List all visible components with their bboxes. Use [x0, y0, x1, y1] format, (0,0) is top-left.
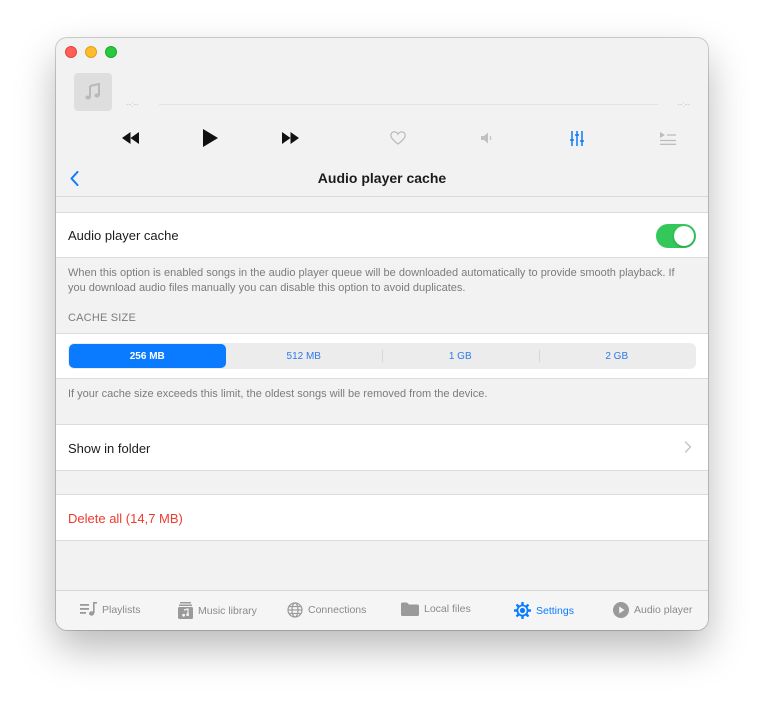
- fast-forward-icon: [281, 132, 299, 144]
- tab-audio-player[interactable]: Audio player: [613, 602, 692, 618]
- speaker-icon: [481, 132, 492, 144]
- playback-progress-bar[interactable]: [159, 104, 658, 105]
- cache-size-option-2gb[interactable]: 2 GB: [538, 344, 696, 368]
- tab-playlists-label: Playlists: [102, 603, 141, 616]
- remaining-time: --:--: [677, 100, 690, 109]
- next-track-button[interactable]: [280, 126, 300, 150]
- tab-audio-player-label: Audio player: [634, 604, 693, 616]
- tab-settings[interactable]: Settings: [514, 602, 574, 619]
- heart-icon: [390, 131, 406, 145]
- zoom-window-button[interactable]: [105, 46, 117, 58]
- globe-icon: [287, 602, 303, 618]
- chevron-right-icon: [684, 441, 692, 453]
- tab-local-files[interactable]: Local files: [401, 602, 471, 616]
- play-button[interactable]: [200, 126, 220, 150]
- window-controls: [65, 46, 117, 58]
- tab-playlists[interactable]: Playlists: [80, 602, 141, 617]
- cache-size-segmented-control: 256 MB 512 MB 1 GB 2 GB: [68, 343, 696, 369]
- tab-bar: Playlists Music library Connections Loca…: [56, 590, 708, 630]
- tab-local-files-label: Local files: [424, 603, 471, 615]
- tab-connections-label: Connections: [308, 604, 367, 616]
- close-window-button[interactable]: [65, 46, 77, 58]
- cache-description: When this option is enabled songs in the…: [68, 267, 675, 294]
- equalizer-button[interactable]: [567, 126, 587, 150]
- album-artwork: [74, 73, 112, 111]
- favorite-button[interactable]: [388, 126, 408, 150]
- delete-all-label: Delete all (14,7 MB): [68, 511, 183, 526]
- app-window: --:-- --:-- Audio player cache Audio pla…: [56, 38, 708, 630]
- cache-size-footnote: If your cache size exceeds this limit, t…: [68, 388, 488, 400]
- show-in-folder-label: Show in folder: [68, 441, 151, 456]
- gear-icon: [514, 602, 531, 619]
- cache-toggle-switch[interactable]: [656, 224, 696, 248]
- navigation-bar: Audio player cache: [56, 160, 708, 196]
- toggle-knob: [674, 226, 694, 246]
- playlists-icon: [80, 602, 97, 616]
- equalizer-icon: [570, 130, 584, 146]
- cache-size-option-1gb[interactable]: 1 GB: [382, 344, 539, 368]
- elapsed-time: --:--: [126, 100, 139, 109]
- minimize-window-button[interactable]: [85, 46, 97, 58]
- tab-music-library[interactable]: Music library: [178, 602, 257, 619]
- cache-size-row: 256 MB 512 MB 1 GB 2 GB: [56, 333, 708, 379]
- folder-icon: [401, 602, 419, 616]
- tab-connections[interactable]: Connections: [287, 602, 366, 618]
- queue-button[interactable]: [658, 126, 678, 150]
- previous-track-button[interactable]: [120, 126, 140, 150]
- music-library-icon: [178, 602, 193, 619]
- cache-size-header: CACHE SIZE: [68, 312, 137, 324]
- cache-size-option-256mb[interactable]: 256 MB: [69, 344, 226, 368]
- play-icon: [202, 129, 218, 147]
- cache-toggle-label: Audio player cache: [68, 228, 179, 243]
- show-in-folder-row[interactable]: Show in folder: [56, 424, 708, 471]
- delete-all-row[interactable]: Delete all (14,7 MB): [56, 494, 708, 541]
- tab-music-library-label: Music library: [198, 604, 257, 617]
- play-circle-icon: [613, 602, 629, 618]
- tab-settings-label: Settings: [536, 604, 574, 617]
- cache-toggle-row: Audio player cache: [56, 212, 708, 258]
- music-note-icon: [85, 83, 100, 100]
- navbar-divider: [56, 196, 708, 197]
- volume-button[interactable]: [478, 126, 498, 150]
- cache-size-option-512mb[interactable]: 512 MB: [226, 344, 383, 368]
- queue-list-icon: [660, 131, 676, 145]
- rewind-icon: [121, 132, 139, 144]
- page-title: Audio player cache: [317, 170, 447, 186]
